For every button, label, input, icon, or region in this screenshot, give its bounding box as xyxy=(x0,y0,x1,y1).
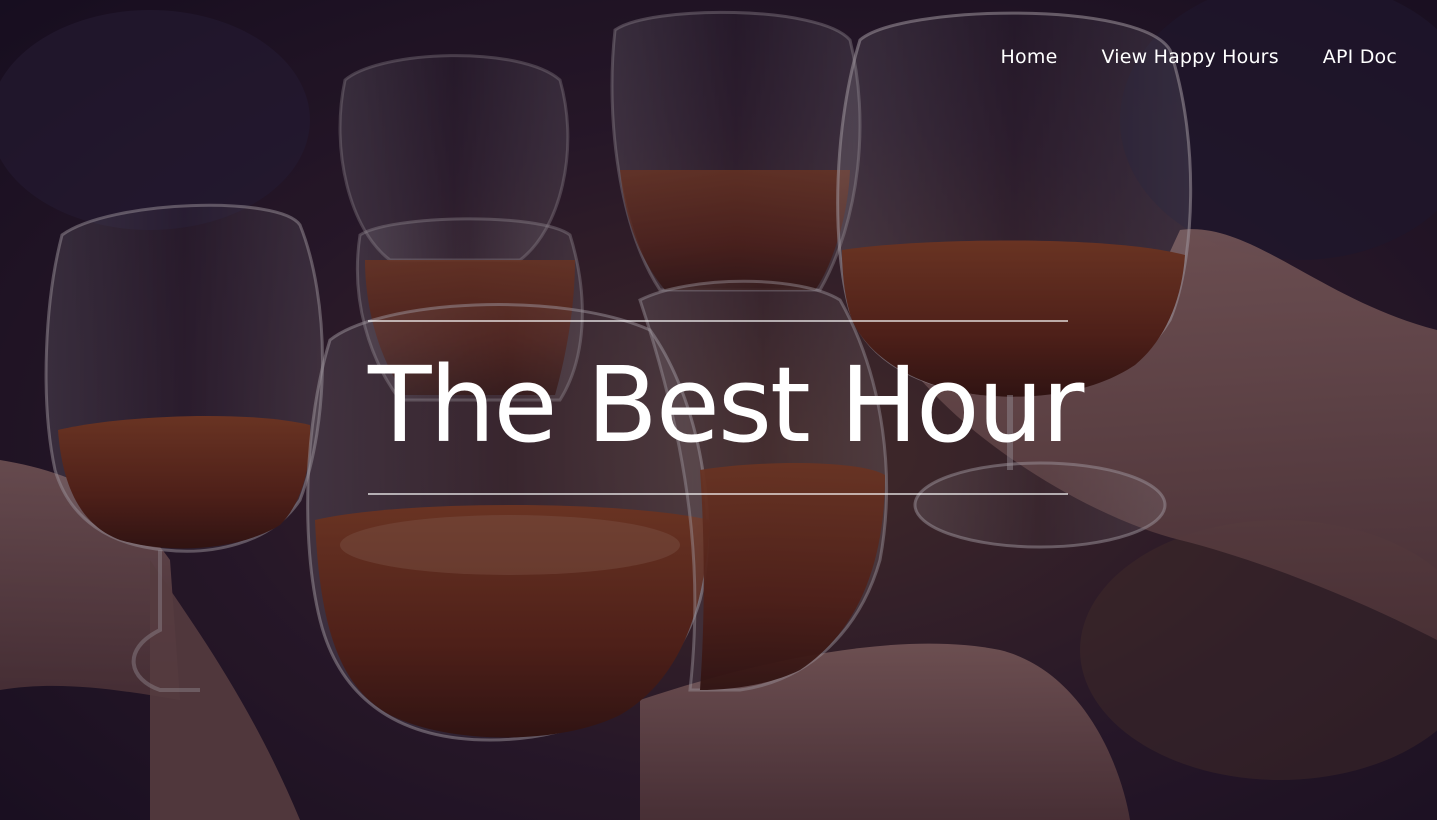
nav-link-view-happy-hours[interactable]: View Happy Hours xyxy=(1101,46,1278,68)
nav-link-api-doc[interactable]: API Doc xyxy=(1323,46,1397,68)
hero-title-block: The Best Hour xyxy=(368,320,1084,496)
title-bottom-divider xyxy=(368,493,1068,495)
nav-link-home[interactable]: Home xyxy=(1001,46,1058,68)
hero-section: Home View Happy Hours API Doc The Best H… xyxy=(0,0,1437,820)
title-top-divider xyxy=(368,320,1068,322)
site-title: The Best Hour xyxy=(368,344,1084,466)
main-nav: Home View Happy Hours API Doc xyxy=(1001,46,1397,68)
